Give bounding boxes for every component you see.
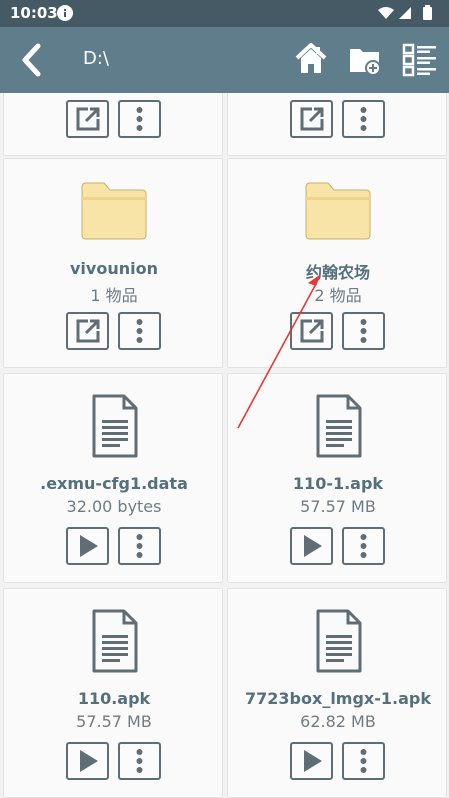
more-button[interactable] <box>342 742 385 780</box>
document-icon <box>92 609 138 673</box>
document-icon <box>92 394 138 458</box>
more-button[interactable] <box>118 312 161 350</box>
file-grid: vivounion 1 物品 约翰农场 2 物品 .exmu-cfg1.data… <box>0 93 449 798</box>
file-name: 110-1.apk <box>292 474 384 493</box>
folder-card[interactable]: vivounion 1 物品 <box>3 158 223 368</box>
file-card[interactable]: .exmu-cfg1.data 32.00 bytes <box>3 373 223 583</box>
more-button[interactable] <box>118 527 161 565</box>
open-button[interactable] <box>290 100 333 138</box>
play-button[interactable] <box>66 527 109 565</box>
file-card-partial-right[interactable] <box>227 93 447 156</box>
more-button[interactable] <box>342 100 385 138</box>
open-external-icon <box>300 107 324 131</box>
info-icon <box>57 5 73 21</box>
play-icon <box>304 750 322 772</box>
file-card[interactable]: 7723box_lmgx-1.apk 62.82 MB <box>227 588 447 798</box>
file-name: 110.apk <box>77 689 151 708</box>
folder-icon <box>81 182 147 240</box>
more-vert-icon <box>136 534 143 558</box>
file-card[interactable]: 110.apk 57.57 MB <box>3 588 223 798</box>
more-button[interactable] <box>118 742 161 780</box>
open-button[interactable] <box>66 100 109 138</box>
file-size: 57.57 MB <box>300 497 376 516</box>
folder-card[interactable]: 约翰农场 2 物品 <box>227 158 447 368</box>
more-vert-icon <box>136 319 143 343</box>
item-count: 1 物品 <box>90 286 138 305</box>
play-button[interactable] <box>290 527 333 565</box>
file-card[interactable]: 110-1.apk 57.57 MB <box>227 373 447 583</box>
file-name: 约翰农场 <box>305 263 370 282</box>
open-button[interactable] <box>66 312 109 350</box>
file-size: 62.82 MB <box>300 712 376 731</box>
more-button[interactable] <box>118 100 161 138</box>
play-icon <box>304 535 322 557</box>
more-button[interactable] <box>342 527 385 565</box>
more-vert-icon <box>360 319 367 343</box>
chevron-left-icon[interactable] <box>16 43 50 77</box>
more-vert-icon <box>360 534 367 558</box>
list-view-icon[interactable] <box>402 43 438 77</box>
app-toolbar: D:\ <box>0 27 449 93</box>
file-size: 32.00 bytes <box>66 497 162 516</box>
status-bar: 10:03 <box>0 0 449 27</box>
signal-battery-icon <box>378 5 432 20</box>
file-name: 7723box_lmgx-1.apk <box>245 689 431 708</box>
file-card-partial-left[interactable] <box>3 93 223 156</box>
play-icon <box>80 535 98 557</box>
home-icon[interactable] <box>294 42 328 76</box>
more-button[interactable] <box>342 312 385 350</box>
file-size: 57.57 MB <box>76 712 152 731</box>
more-vert-icon <box>360 107 367 131</box>
more-vert-icon <box>136 107 143 131</box>
play-button[interactable] <box>290 742 333 780</box>
open-external-icon <box>76 107 100 131</box>
open-button[interactable] <box>290 312 333 350</box>
document-icon <box>316 609 362 673</box>
open-external-icon <box>76 319 100 343</box>
more-vert-icon <box>360 749 367 773</box>
current-path: D:\ <box>83 48 109 69</box>
folder-add-icon[interactable] <box>348 43 382 77</box>
item-count: 2 物品 <box>314 286 362 305</box>
status-time: 10:03 <box>10 4 58 22</box>
document-icon <box>316 394 362 458</box>
folder-icon <box>305 182 371 240</box>
file-name: .exmu-cfg1.data <box>40 474 188 493</box>
play-button[interactable] <box>66 742 109 780</box>
play-icon <box>80 750 98 772</box>
file-name: vivounion <box>70 259 158 278</box>
more-vert-icon <box>136 749 143 773</box>
open-external-icon <box>300 319 324 343</box>
